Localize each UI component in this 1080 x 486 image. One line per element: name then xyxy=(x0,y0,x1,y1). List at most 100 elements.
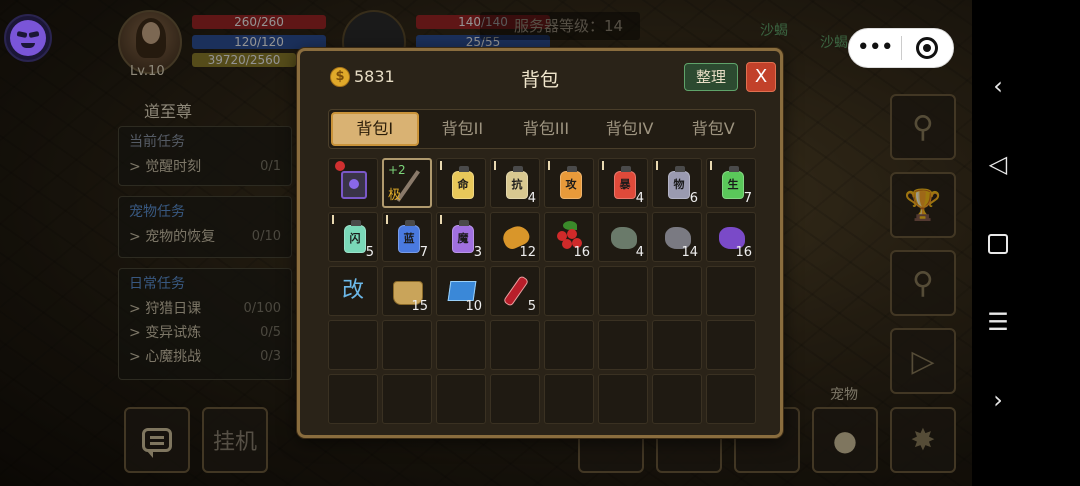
inventory-slot[interactable] xyxy=(706,320,756,370)
inventory-slot[interactable] xyxy=(436,374,486,424)
bag-panel: $ 5831 背包 整理 X 背包I 背包II 背包III 背包IV 背包V +2 极 命抗… xyxy=(297,48,783,438)
tick-mark xyxy=(440,215,442,224)
inventory-slot[interactable]: 16 xyxy=(544,212,594,262)
item-count: 5 xyxy=(527,299,536,314)
inventory-slot[interactable] xyxy=(382,320,432,370)
item-count: 5 xyxy=(365,245,374,260)
inventory-slot[interactable] xyxy=(490,320,540,370)
back-triangle-icon[interactable]: ◁ xyxy=(984,150,1012,178)
target-icon xyxy=(916,37,939,59)
inventory-slot[interactable]: 物6 xyxy=(652,158,702,208)
item-count: 10 xyxy=(465,299,482,314)
skill-book-icon xyxy=(341,171,367,199)
tick-mark xyxy=(602,161,604,170)
more-dots-icon[interactable]: ••• xyxy=(849,30,901,66)
inventory-slot[interactable] xyxy=(382,374,432,424)
tick-mark xyxy=(494,161,496,170)
inventory-slot[interactable] xyxy=(598,320,648,370)
item-count: 16 xyxy=(573,245,590,260)
modify-icon: 改 xyxy=(341,278,364,303)
tick-mark xyxy=(332,215,334,224)
inventory-slot[interactable]: 10 xyxy=(436,266,486,316)
item-count: 7 xyxy=(419,245,428,260)
inventory-slot[interactable]: 16 xyxy=(706,212,756,262)
tab-bag-5[interactable]: 背包V xyxy=(671,110,755,148)
menu-lines-icon[interactable]: ☰ xyxy=(984,308,1012,336)
tab-bag-1[interactable]: 背包I xyxy=(331,112,419,146)
inventory-slot[interactable]: 生7 xyxy=(706,158,756,208)
item-grade: 极 xyxy=(388,188,402,203)
inventory-slot[interactable] xyxy=(652,320,702,370)
berry-icon xyxy=(562,239,572,249)
potion-jar-icon: 暴 xyxy=(614,166,636,199)
inventory-slot[interactable]: 闪5 xyxy=(328,212,378,262)
inventory-slot[interactable] xyxy=(328,320,378,370)
pin-icon xyxy=(335,161,345,171)
inventory-slot[interactable] xyxy=(328,158,378,208)
tick-mark xyxy=(710,161,712,170)
inventory-slot[interactable]: 攻 xyxy=(544,158,594,208)
inventory-slot[interactable]: 抗4 xyxy=(490,158,540,208)
inventory-slot[interactable]: 蓝7 xyxy=(382,212,432,262)
potion-jar-icon: 抗 xyxy=(506,166,528,199)
inventory-slot[interactable] xyxy=(436,320,486,370)
inventory-slot[interactable]: 4 xyxy=(598,212,648,262)
sort-button[interactable]: 整理 xyxy=(684,63,738,91)
potion-jar-icon: 攻 xyxy=(560,166,582,199)
close-miniprogram-button[interactable] xyxy=(901,37,953,59)
inventory-slot[interactable] xyxy=(706,374,756,424)
potion-jar-icon: 物 xyxy=(668,166,690,199)
inventory-slot[interactable] xyxy=(544,266,594,316)
ore-icon xyxy=(611,227,637,249)
item-count: 4 xyxy=(527,191,536,206)
item-count: 4 xyxy=(635,245,644,260)
tick-mark xyxy=(386,215,388,224)
item-count: 14 xyxy=(681,245,698,260)
home-square-icon[interactable] xyxy=(984,230,1012,258)
item-count: 16 xyxy=(735,245,752,260)
bag-grid: +2 极命抗 4 攻暴 4 物 6 生 7 闪 5 蓝 7 魔 3 12 16 4 14 16 改 15 10 5 xyxy=(328,158,756,424)
bag-tabs: 背包I 背包II 背包III 背包IV 背包V xyxy=(328,109,756,149)
inventory-slot[interactable] xyxy=(544,320,594,370)
item-count: 12 xyxy=(519,245,536,260)
map-scroll-icon xyxy=(447,281,477,301)
inventory-slot[interactable]: 改 xyxy=(328,266,378,316)
inventory-slot[interactable] xyxy=(544,374,594,424)
item-count: 7 xyxy=(743,191,752,206)
chevron-right-icon[interactable]: › xyxy=(984,386,1012,414)
inventory-slot[interactable]: 14 xyxy=(652,212,702,262)
tab-bag-4[interactable]: 背包IV xyxy=(588,110,672,148)
potion-jar-icon: 蓝 xyxy=(398,220,420,253)
inventory-slot[interactable]: 12 xyxy=(490,212,540,262)
inventory-slot[interactable]: 魔3 xyxy=(436,212,486,262)
item-count: 15 xyxy=(411,299,428,314)
item-count: 3 xyxy=(473,245,482,260)
inventory-slot[interactable] xyxy=(490,374,540,424)
inventory-slot[interactable]: 5 xyxy=(490,266,540,316)
enhance-level: +2 xyxy=(388,163,406,177)
potion-jar-icon: 生 xyxy=(722,166,744,199)
inventory-slot[interactable] xyxy=(706,266,756,316)
tick-mark xyxy=(548,161,550,170)
inventory-slot[interactable]: 命 xyxy=(436,158,486,208)
inventory-slot[interactable] xyxy=(652,266,702,316)
item-count: 4 xyxy=(635,191,644,206)
inventory-slot[interactable] xyxy=(652,374,702,424)
close-button[interactable]: X xyxy=(746,62,776,92)
tick-mark xyxy=(440,161,442,170)
tab-bag-2[interactable]: 背包II xyxy=(421,110,505,148)
floating-assistant-icon[interactable] xyxy=(4,14,52,62)
blood-vial-icon xyxy=(502,275,530,307)
inventory-slot[interactable]: 15 xyxy=(382,266,432,316)
inventory-slot[interactable] xyxy=(328,374,378,424)
potion-jar-icon: 命 xyxy=(452,166,474,199)
item-count: 6 xyxy=(689,191,698,206)
inventory-slot[interactable]: +2 极 xyxy=(382,158,432,208)
bag-header: $ 5831 背包 整理 X xyxy=(300,51,780,103)
inventory-slot[interactable] xyxy=(598,374,648,424)
inventory-slot[interactable] xyxy=(598,266,648,316)
chevron-left-icon[interactable]: ‹ xyxy=(984,72,1012,100)
potion-jar-icon: 魔 xyxy=(452,220,474,253)
tab-bag-3[interactable]: 背包III xyxy=(504,110,588,148)
inventory-slot[interactable]: 暴4 xyxy=(598,158,648,208)
